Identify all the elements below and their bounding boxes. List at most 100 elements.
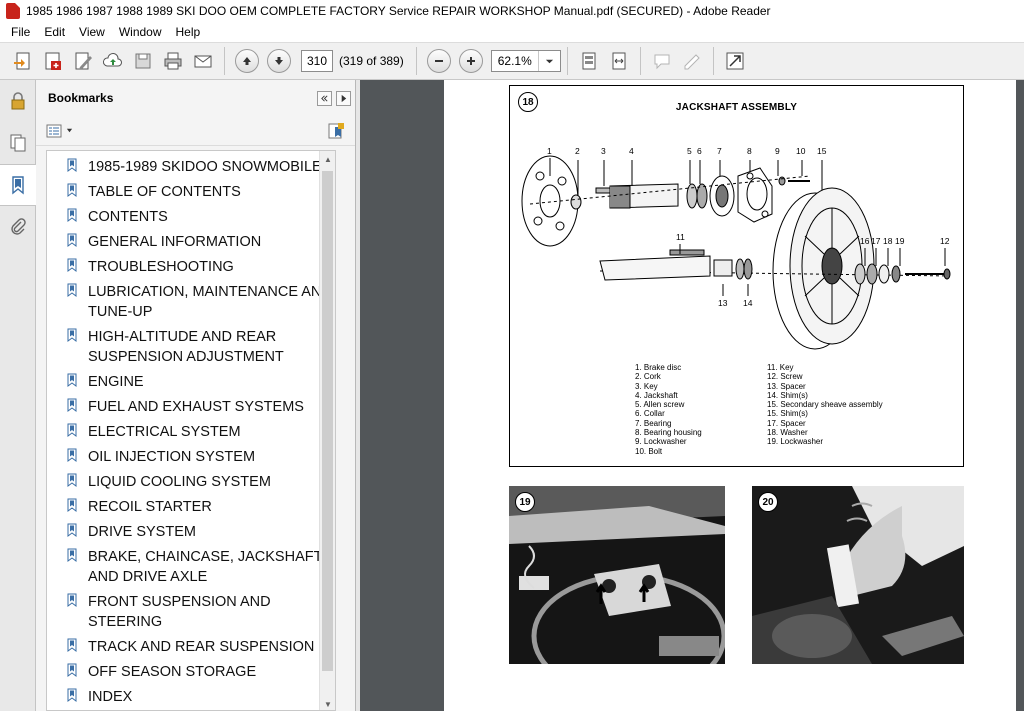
save-icon [135, 53, 151, 69]
menu-edit[interactable]: Edit [37, 25, 72, 39]
bookmark-item[interactable]: CONTENTS [47, 205, 335, 230]
page-count-label: (319 of 389) [339, 54, 404, 68]
bookmark-label: CONTENTS [88, 209, 168, 225]
document-view[interactable]: 18 JACKSHAFT ASSEMBLY 1 2 3 4 5 6 7 8 9 … [360, 80, 1024, 711]
callout-label: 2 [575, 146, 580, 156]
bookmark-icon [67, 398, 77, 412]
callout-label: 5 [687, 146, 692, 156]
bookmark-item[interactable]: OIL INJECTION SYSTEM [47, 445, 335, 470]
menu-help[interactable]: Help [169, 25, 208, 39]
bookmark-item[interactable]: LIQUID COOLING SYSTEM [47, 470, 335, 495]
bookmark-label: LUBRICATION, MAINTENANCE AND TUNE-UP [88, 284, 332, 320]
bookmark-icon [67, 283, 77, 297]
bookmark-item[interactable]: BRAKE, CHAINCASE, JACKSHAFT AND DRIVE AX… [47, 545, 335, 590]
callout-label: 1 [547, 146, 552, 156]
bookmarks-button[interactable] [0, 164, 36, 206]
bookmark-item[interactable]: INDEX [47, 685, 335, 710]
bookmark-label: RECOIL STARTER [88, 499, 212, 515]
menu-window[interactable]: Window [112, 25, 169, 39]
callout-label: 18 [883, 236, 893, 246]
callout-label: 14 [743, 298, 753, 308]
print-button[interactable] [158, 46, 188, 76]
scroll-down-arrow-icon[interactable]: ▼ [320, 696, 335, 710]
bookmarks-title: Bookmarks [48, 91, 114, 105]
paperclip-icon [11, 218, 26, 235]
bookmark-item[interactable]: LUBRICATION, MAINTENANCE AND TUNE-UP [47, 280, 335, 325]
bookmark-label: ELECTRICAL SYSTEM [88, 424, 241, 440]
sign-button[interactable] [677, 46, 707, 76]
bookmark-label: FUEL AND EXHAUST SYSTEMS [88, 399, 304, 415]
scroll-thumb[interactable] [322, 171, 333, 671]
comment-button[interactable] [647, 46, 677, 76]
bookmark-item[interactable]: ENGINE [47, 370, 335, 395]
bookmark-item[interactable]: FUEL AND EXHAUST SYSTEMS [47, 395, 335, 420]
bookmark-icon [12, 176, 24, 195]
bookmark-icon [67, 688, 77, 702]
previous-page-button[interactable] [235, 49, 259, 73]
attachments-button[interactable] [0, 206, 36, 248]
collapse-panel-button[interactable] [317, 91, 332, 106]
bookmark-item[interactable]: OFF SEASON STORAGE [47, 660, 335, 685]
bookmark-item[interactable]: 1985-1989 SKIDOO SNOWMOBILES [47, 155, 335, 180]
chevron-down-icon[interactable] [537, 51, 560, 71]
fit-width-icon [612, 52, 626, 70]
edit-pdf-button[interactable] [68, 46, 98, 76]
fit-width-button[interactable] [604, 46, 634, 76]
title-bar: 1985 1986 1987 1988 1989 SKI DOO OEM COM… [0, 0, 1024, 22]
next-page-button[interactable] [267, 49, 291, 73]
zoom-out-button[interactable] [426, 49, 451, 73]
open-file-button[interactable] [8, 46, 38, 76]
add-bookmark-button[interactable] [327, 122, 345, 143]
photo-jackshaft-removal [752, 486, 964, 664]
bookmark-item[interactable]: HIGH-ALTITUDE AND REAR SUSPENSION ADJUST… [47, 325, 335, 370]
bookmark-item[interactable]: GENERAL INFORMATION [47, 230, 335, 255]
expand-panel-button[interactable] [336, 91, 351, 106]
toolbar: 310 (319 of 389) 62.1% [0, 42, 1024, 80]
bookmark-label: FRONT SUSPENSION AND STEERING [88, 594, 271, 630]
email-button[interactable] [188, 46, 218, 76]
zoom-value: 62.1% [497, 54, 532, 68]
bookmark-label: TRACK AND REAR SUSPENSION [88, 639, 315, 655]
legend-entry: 1. Brake disc [635, 363, 682, 372]
create-pdf-button[interactable] [38, 46, 68, 76]
page-number-input[interactable]: 310 [301, 50, 333, 72]
bookmark-item[interactable]: DRIVE SYSTEM [47, 520, 335, 545]
fullscreen-button[interactable] [720, 46, 750, 76]
page-thumbnails-button[interactable] [0, 122, 36, 164]
bookmark-item[interactable]: FRONT SUSPENSION AND STEERING [47, 590, 335, 635]
bookmark-icon [67, 328, 77, 342]
scroll-up-arrow-icon[interactable]: ▲ [320, 151, 335, 167]
bookmark-icon [67, 593, 77, 607]
bookmark-item[interactable]: ELECTRICAL SYSTEM [47, 420, 335, 445]
bookmark-icon [67, 448, 77, 462]
legend-entry: 8. Bearing housing [635, 428, 702, 438]
save-button[interactable] [128, 46, 158, 76]
bookmark-item[interactable]: TABLE OF CONTENTS [47, 180, 335, 205]
legend-entry: 5. Allen screw [635, 400, 685, 410]
menu-file[interactable]: File [4, 25, 37, 39]
bookmark-label: ENGINE [88, 374, 144, 390]
upload-cloud-button[interactable] [98, 46, 128, 76]
arrow-down-icon [275, 57, 283, 65]
zoom-in-button[interactable] [458, 49, 483, 73]
bookmark-icon [67, 373, 77, 387]
bookmark-item[interactable]: TRACK AND REAR SUSPENSION [47, 635, 335, 660]
bookmark-icon [67, 638, 77, 652]
callout-label: 3 [601, 146, 606, 156]
parts-legend-right: 11. Key 12. Screw 13. Spacer 14. Shim(s) 15.… [767, 363, 883, 447]
legend-entry: 6. Collar [635, 409, 665, 419]
toolbar-separator [224, 47, 225, 75]
menu-view[interactable]: View [72, 25, 112, 39]
bookmark-item[interactable]: TROUBLESHOOTING [47, 255, 335, 280]
security-button[interactable] [0, 80, 36, 122]
bookmark-options-button[interactable] [46, 124, 73, 138]
zoom-select[interactable]: 62.1% [490, 50, 561, 72]
figure-number: 19 [515, 492, 535, 512]
chevron-down-icon [66, 128, 73, 133]
callout-label: 16 [860, 236, 870, 246]
bookmark-item[interactable]: RECOIL STARTER [47, 495, 335, 520]
bookmark-scrollbar[interactable]: ▲ ▼ [319, 151, 335, 710]
comment-icon [654, 54, 670, 70]
fit-page-button[interactable] [574, 46, 604, 76]
email-icon [194, 55, 212, 68]
